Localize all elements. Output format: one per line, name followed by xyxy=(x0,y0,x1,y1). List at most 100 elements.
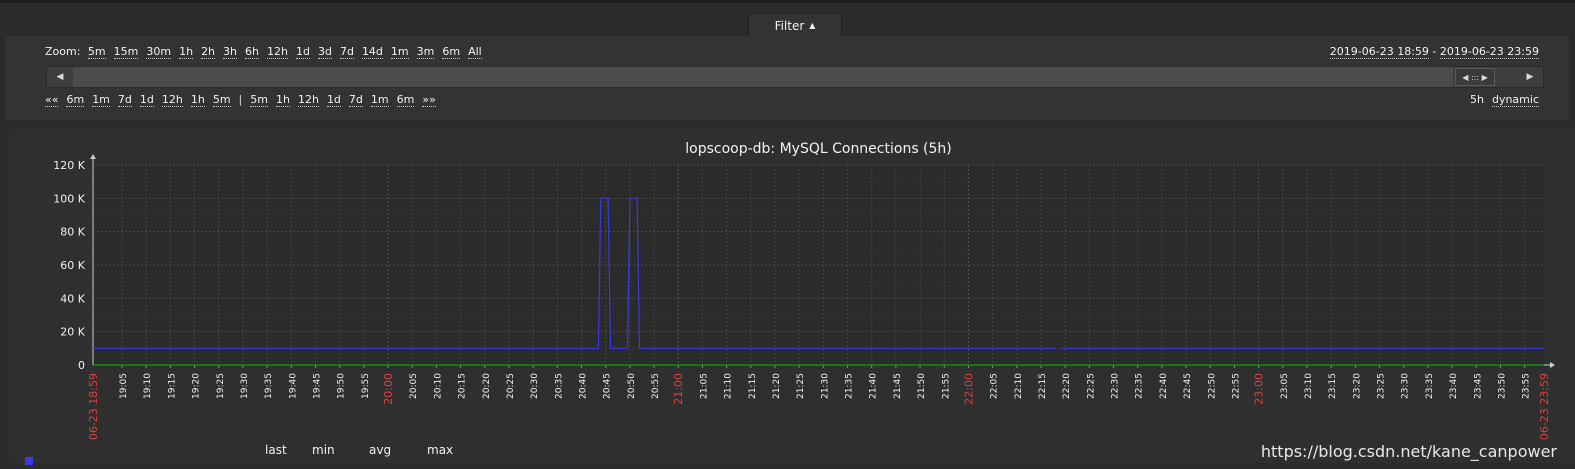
caret-up-icon: ▲ xyxy=(809,21,816,30)
zoom-option-7d[interactable]: 7d xyxy=(339,45,354,59)
x-axis-arrow xyxy=(1550,362,1555,368)
x-tick-label: 19:45 xyxy=(312,373,322,399)
y-axis-arrow xyxy=(90,154,96,159)
x-tick-label: 21:50 xyxy=(917,373,927,399)
x-tick-label: 22:25 xyxy=(1086,373,1096,399)
x-tick-label: 21:10 xyxy=(724,373,734,399)
forward-1m-link[interactable]: 1m xyxy=(370,93,389,107)
x-tick-label: 22:30 xyxy=(1111,373,1121,399)
forward-1h-link[interactable]: 1h xyxy=(275,93,290,107)
timeline-scrollbar[interactable]: ◀ ◀ ::: ▶ ▶ xyxy=(46,66,1544,88)
x-tick-label: 20:45 xyxy=(603,373,613,399)
chart-title: lopscoop-db: MySQL Connections (5h) xyxy=(685,141,952,157)
forward-6m-link[interactable]: 6m xyxy=(396,93,415,107)
zoom-option-15m[interactable]: 15m xyxy=(113,45,139,59)
zoom-option-6m[interactable]: 6m xyxy=(442,45,461,59)
x-tick-label: 20:30 xyxy=(530,373,540,399)
back-5m-link[interactable]: 5m xyxy=(212,93,231,107)
back-12h-link[interactable]: 12h xyxy=(161,93,183,107)
y-tick-label: 40 K xyxy=(60,292,85,305)
back-1h-link[interactable]: 1h xyxy=(190,93,205,107)
x-tick-label: 20:35 xyxy=(554,373,564,399)
zoom-option-30m[interactable]: 30m xyxy=(146,45,172,59)
x-tick-label: 21:55 xyxy=(941,373,951,399)
x-tick-label: 22:20 xyxy=(1062,373,1072,399)
back-7d-link[interactable]: 7d xyxy=(117,93,132,107)
zoom-option-3d[interactable]: 3d xyxy=(317,45,332,59)
scroll-right-icon[interactable]: ▶ xyxy=(1517,67,1543,87)
x-tick-label: 19:20 xyxy=(192,373,202,399)
x-tick-label: 23:45 xyxy=(1473,373,1483,399)
forward-1d-link[interactable]: 1d xyxy=(326,93,341,107)
forward-5m-link[interactable]: 5m xyxy=(250,93,268,107)
x-tick-label: 20:05 xyxy=(409,373,419,399)
period-info: 5h dynamic xyxy=(1470,93,1539,107)
y-tick-label: 80 K xyxy=(60,226,85,239)
timeline-track[interactable] xyxy=(73,67,1453,87)
scroll-left-icon[interactable]: ◀ xyxy=(47,67,73,87)
x-tick-label: 23:10 xyxy=(1304,373,1314,399)
filter-tab[interactable]: Filter ▲ xyxy=(748,13,842,37)
zoom-option-6h[interactable]: 6h xyxy=(245,45,260,59)
legend-swatch xyxy=(25,457,33,465)
back-1d-link[interactable]: 1d xyxy=(139,93,154,107)
x-tick-label: 23:30 xyxy=(1401,373,1411,399)
x-tick-label: 22:40 xyxy=(1159,373,1169,399)
y-tick-label: 120 K xyxy=(53,159,85,172)
back-all-link[interactable]: «« xyxy=(45,93,59,107)
x-tick-label: 20:00 xyxy=(382,373,395,405)
x-tick-label: 19:25 xyxy=(216,373,226,399)
x-tick-label: 22:45 xyxy=(1183,373,1193,399)
nav-separator: | xyxy=(238,93,243,106)
legend-col-avg: avg xyxy=(369,443,392,457)
filter-label: Filter xyxy=(774,18,805,33)
zoom-option-1m[interactable]: 1m xyxy=(390,45,409,59)
x-tick-label: 23:15 xyxy=(1328,373,1338,399)
legend-col-last: last xyxy=(265,443,287,457)
legend-swatch-box xyxy=(25,457,33,465)
x-tick-label: 21:45 xyxy=(893,373,903,399)
x-tick-label: 20:10 xyxy=(433,373,443,399)
zoom-option-5m[interactable]: 5m xyxy=(87,45,106,59)
x-tick-label: 22:35 xyxy=(1135,373,1145,399)
forward-12h-link[interactable]: 12h xyxy=(297,93,319,107)
x-tick-label: 19:05 xyxy=(119,373,129,399)
x-tick-label: 20:20 xyxy=(482,373,492,399)
legend-col-min: min xyxy=(312,443,335,457)
period-nav-row: «« 6m 1m 7d 1d 12h 1h 5m | 5m 1h 12h 1d 7d 1m 6m »» xyxy=(45,93,444,107)
y-tick-label: 0 xyxy=(78,359,85,372)
watermark: https://blog.csdn.net/kane_canpower xyxy=(1260,442,1557,461)
top-band xyxy=(0,0,1575,3)
timeline-handle[interactable]: ◀ ::: ▶ xyxy=(1455,68,1495,86)
x-tick-label: 23:25 xyxy=(1377,373,1387,399)
zoom-option-3h[interactable]: 3h xyxy=(223,45,238,59)
x-tick-label: 20:15 xyxy=(458,373,468,399)
zoom-option-12h[interactable]: 12h xyxy=(267,45,288,59)
x-tick-label: 21:20 xyxy=(772,373,782,399)
x-tick-label: 22:00 xyxy=(962,373,975,405)
x-tick-label: 19:40 xyxy=(288,373,298,399)
x-tick-label: 21:25 xyxy=(796,373,806,399)
range-from-link[interactable]: 2019-06-23 18:59 xyxy=(1329,45,1429,59)
back-6m-link[interactable]: 6m xyxy=(66,93,85,107)
time-range: 2019-06-23 18:59 - 2019-06-23 23:59 xyxy=(1329,45,1539,59)
zoom-option-3m[interactable]: 3m xyxy=(416,45,435,59)
back-1m-link[interactable]: 1m xyxy=(92,93,110,107)
x-tick-label: 23:35 xyxy=(1425,373,1435,399)
y-tick-label: 20 K xyxy=(60,326,85,339)
range-to-link[interactable]: 2019-06-23 23:59 xyxy=(1439,45,1539,59)
zoom-option-2h[interactable]: 2h xyxy=(201,45,216,59)
zoom-option-1d[interactable]: 1d xyxy=(295,45,310,59)
x-tick-label: 20:40 xyxy=(579,373,589,399)
zoom-option-14d[interactable]: 14d xyxy=(361,45,383,59)
y-tick-label: 100 K xyxy=(53,192,85,205)
forward-all-link[interactable]: »» xyxy=(422,93,436,107)
period-mode-link[interactable]: dynamic xyxy=(1491,93,1539,107)
x-tick-label: 22:50 xyxy=(1207,373,1217,399)
x-tick-label: 21:00 xyxy=(672,373,685,405)
x-tick-label: 20:25 xyxy=(506,373,516,399)
forward-7d-link[interactable]: 7d xyxy=(348,93,363,107)
zoom-option-all[interactable]: All xyxy=(468,45,482,59)
zoom-option-1h[interactable]: 1h xyxy=(179,45,194,59)
zoom-row: Zoom: 5m 15m 30m 1h 2h 3h 6h 12h 1d 3d 7d 14d 1m 3m 6m… xyxy=(45,45,490,59)
